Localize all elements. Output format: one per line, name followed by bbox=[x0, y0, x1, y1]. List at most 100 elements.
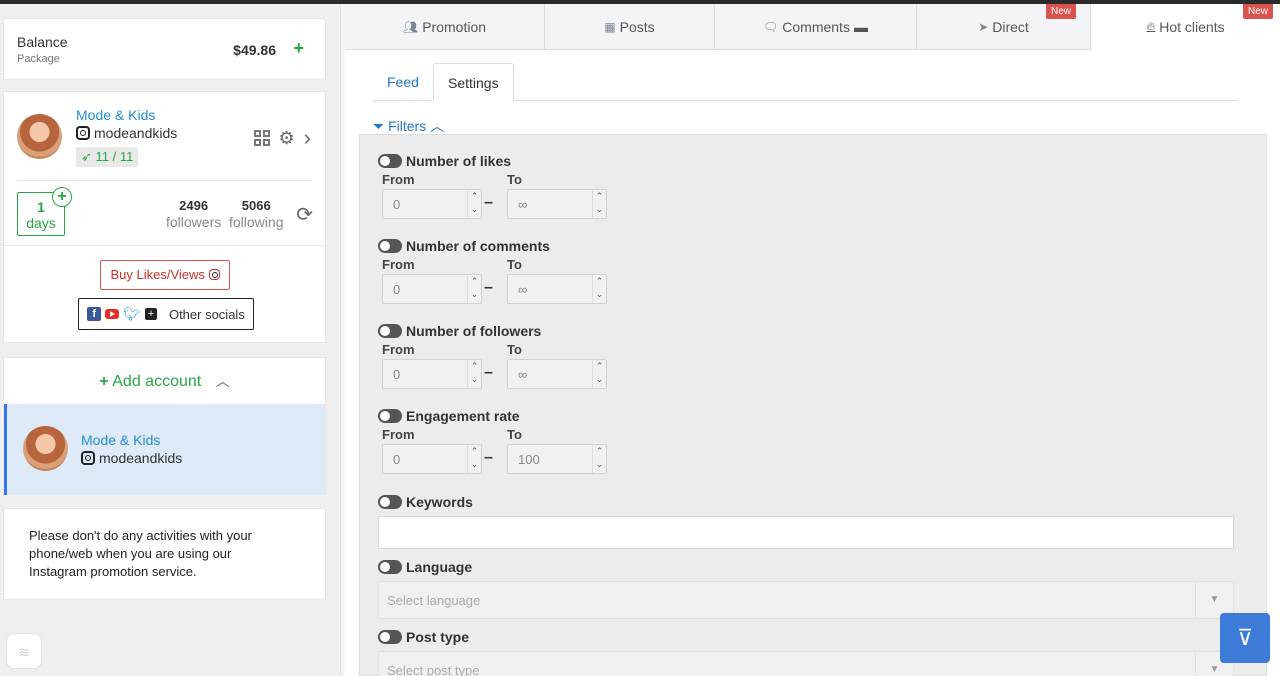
comments-to-input[interactable]: ∞ ⌃ ⌄ bbox=[507, 274, 607, 304]
add-funds-button[interactable]: + bbox=[293, 38, 304, 59]
filters-label: Filters bbox=[388, 118, 427, 134]
account-list-item[interactable]: Mode & Kids modeandkids bbox=[4, 404, 325, 495]
stepper-icon[interactable]: ⌃ ⌄ bbox=[592, 445, 606, 473]
select-placeholder: Select language bbox=[387, 593, 481, 608]
following-label: following bbox=[229, 214, 284, 230]
chevron-up-icon[interactable]: ︿ bbox=[216, 373, 230, 389]
comments-toggle[interactable] bbox=[378, 239, 402, 253]
filter-language: Language bbox=[378, 559, 472, 575]
account-username: modeandkids bbox=[76, 125, 177, 141]
range-labels: From To bbox=[378, 257, 550, 273]
refresh-icon[interactable]: ⟳ bbox=[296, 202, 313, 227]
post-type-toggle[interactable] bbox=[378, 630, 402, 644]
filter-title: Number of likes bbox=[406, 153, 512, 169]
select-placeholder: Select post type bbox=[387, 663, 480, 676]
chevron-right-icon[interactable]: › bbox=[304, 125, 311, 151]
new-badge: New bbox=[1045, 4, 1076, 19]
stepper-icon[interactable]: ⌃ ⌄ bbox=[592, 275, 606, 303]
to-label: To bbox=[507, 172, 522, 187]
range-dash: – bbox=[484, 364, 493, 381]
stepper-icon[interactable]: ⌃ ⌄ bbox=[467, 360, 481, 388]
likes-toggle[interactable] bbox=[378, 154, 402, 168]
qr-code-icon[interactable] bbox=[253, 130, 270, 146]
filter-head: Number of comments bbox=[378, 238, 550, 254]
range-dash: – bbox=[484, 449, 493, 466]
filter-title: Keywords bbox=[406, 494, 473, 510]
grid-icon: ▦ bbox=[604, 20, 616, 34]
filter-icon: ⏷ bbox=[373, 118, 385, 134]
sidebar: Balance Package $49.86 + Mode & Kids mod… bbox=[0, 4, 340, 676]
send-feedback-button[interactable]: ⊽ bbox=[1220, 613, 1270, 663]
filter-head: Keywords bbox=[378, 494, 473, 510]
tab-hot-clients[interactable]: 🔥︎ Hot clients New bbox=[1091, 4, 1280, 50]
tab-posts[interactable]: ▦ Posts bbox=[545, 4, 715, 50]
balance-amount: $49.86 bbox=[233, 42, 276, 58]
stepper-icon[interactable]: ⌃ ⌄ bbox=[467, 190, 481, 218]
from-label: From bbox=[382, 342, 415, 357]
input-value: 0 bbox=[393, 452, 401, 467]
followers-from-input[interactable]: 0 ⌃ ⌄ bbox=[382, 359, 482, 389]
account-name[interactable]: Mode & Kids bbox=[76, 107, 155, 123]
followers-value: 2496 bbox=[179, 198, 209, 213]
filter-title: Number of followers bbox=[406, 323, 542, 339]
instagram-icon bbox=[76, 126, 90, 140]
likes-to-input[interactable]: ∞ ⌃ ⌄ bbox=[507, 189, 607, 219]
tab-promotion[interactable]: 👥︎ Promotion bbox=[345, 4, 545, 50]
range-labels: From To bbox=[378, 427, 522, 443]
stepper-icon[interactable]: ⌃ ⌄ bbox=[467, 275, 481, 303]
input-value: 0 bbox=[393, 197, 401, 212]
sub-tabs: Feed Settings bbox=[373, 63, 1238, 101]
fire-icon: 🔥︎ bbox=[1146, 19, 1156, 33]
followers-to-input[interactable]: ∞ ⌃ ⌄ bbox=[507, 359, 607, 389]
engagement-to-input[interactable]: 100 ⌃ ⌄ bbox=[507, 444, 607, 474]
account-username: modeandkids bbox=[81, 450, 182, 466]
add-account-button[interactable]: + Add account ︿ bbox=[4, 371, 325, 391]
add-days-button[interactable]: + bbox=[52, 187, 72, 207]
input-value: 0 bbox=[393, 367, 401, 382]
tab-settings[interactable]: Settings bbox=[433, 63, 514, 101]
other-socials-button[interactable]: f 🐦︎ + Other socials bbox=[78, 298, 254, 330]
filter-head: Post type bbox=[378, 629, 469, 645]
engagement-toggle[interactable] bbox=[378, 409, 402, 423]
wifi-icon[interactable]: ≋ bbox=[6, 633, 42, 669]
keywords-input[interactable] bbox=[378, 516, 1234, 549]
from-label: From bbox=[382, 427, 415, 442]
tab-direct[interactable]: ➤ Direct New bbox=[917, 4, 1091, 50]
language-toggle[interactable] bbox=[378, 560, 402, 574]
post-type-select[interactable]: Select post type ▼ bbox=[378, 651, 1234, 676]
buy-likes-views-label: Buy Likes/Views bbox=[110, 267, 205, 282]
engagement-from-input[interactable]: 0 ⌃ ⌄ bbox=[382, 444, 482, 474]
chevron-up-icon: ︿ bbox=[430, 118, 445, 134]
input-value: 0 bbox=[393, 282, 401, 297]
avatar bbox=[23, 426, 68, 471]
input-value: ∞ bbox=[518, 367, 528, 382]
plus-box-icon: + bbox=[144, 308, 157, 320]
tab-label: Posts bbox=[619, 19, 655, 35]
buy-likes-views-button[interactable]: Buy Likes/Views bbox=[100, 260, 230, 290]
filters-toggle[interactable]: ⏷ Filters ︿ bbox=[373, 116, 444, 136]
stepper-icon[interactable]: ⌃ ⌄ bbox=[592, 360, 606, 388]
to-label: To bbox=[507, 427, 522, 442]
likes-from-input[interactable]: 0 ⌃ ⌄ bbox=[382, 189, 482, 219]
followers-stat: 2496 followers bbox=[166, 198, 221, 230]
tab-label: Comments bbox=[782, 19, 850, 35]
comments-from-input[interactable]: 0 ⌃ ⌄ bbox=[382, 274, 482, 304]
plus-icon: + bbox=[99, 373, 109, 390]
tab-feed[interactable]: Feed bbox=[373, 63, 433, 101]
range-dash: – bbox=[484, 279, 493, 296]
followers-toggle[interactable] bbox=[378, 324, 402, 338]
keywords-toggle[interactable] bbox=[378, 495, 402, 509]
range-labels: From To bbox=[378, 172, 522, 188]
notice-text: Please don't do any activities with your… bbox=[29, 528, 252, 579]
promotion-limit-text: 11 / 11 bbox=[95, 149, 134, 164]
stepper-icon[interactable]: ⌃ ⌄ bbox=[592, 190, 606, 218]
balance-label: Balance bbox=[17, 34, 68, 50]
stepper-icon[interactable]: ⌃ ⌄ bbox=[467, 445, 481, 473]
gear-icon[interactable]: ⚙ bbox=[279, 128, 295, 149]
twitter-icon: 🐦︎ bbox=[123, 305, 141, 322]
language-select[interactable]: Select language ▼ bbox=[378, 581, 1234, 619]
tab-comments[interactable]: 🗨︎ Comments ▬ bbox=[715, 4, 917, 50]
filter-post-type: Post type bbox=[378, 629, 469, 645]
avatar[interactable] bbox=[17, 114, 62, 159]
following-value: 5066 bbox=[241, 198, 271, 213]
